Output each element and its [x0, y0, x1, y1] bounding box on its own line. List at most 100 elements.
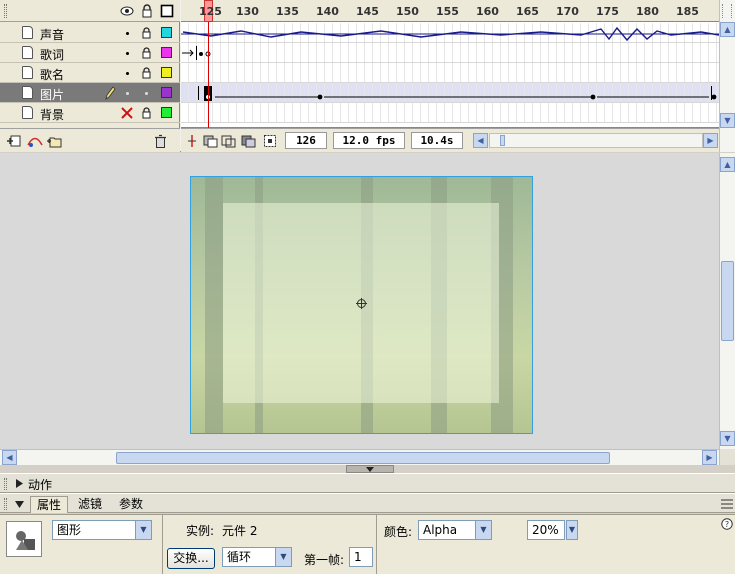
- panel-grip[interactable]: [4, 4, 7, 18]
- ruler-number: 145: [356, 5, 379, 18]
- color-effect-select[interactable]: Alpha ▼: [418, 520, 492, 540]
- timeline-panel: 声音 歌词 歌名 图片 背景 125 130 135 140 145 150 1…: [0, 0, 735, 152]
- layer-color-swatch[interactable]: [161, 107, 172, 118]
- chevron-down-icon: ▼: [135, 521, 151, 539]
- lock-icon[interactable]: [141, 67, 152, 79]
- collapse-panels-button[interactable]: [346, 465, 394, 473]
- layer-icon: [22, 106, 33, 119]
- scroll-right-icon[interactable]: ▶: [703, 133, 718, 148]
- scroll-left-icon[interactable]: ◀: [2, 450, 17, 465]
- frame-row-selected[interactable]: [181, 83, 719, 103]
- lock-icon[interactable]: [141, 47, 152, 59]
- tab-filters[interactable]: 滤镜: [72, 496, 108, 513]
- frames-area[interactable]: 125 130 135 140 145 150 155 160 165 170 …: [181, 0, 719, 152]
- scroll-down-icon[interactable]: ▼: [720, 113, 735, 128]
- first-frame-input[interactable]: 1: [349, 547, 373, 567]
- frame-ruler[interactable]: 125 130 135 140 145 150 155 160 165 170 …: [181, 0, 719, 22]
- panel-menu-icon[interactable]: [721, 499, 733, 509]
- pencil-icon: [105, 86, 116, 100]
- first-frame-label: 第一帧:: [304, 553, 345, 567]
- stage-vscrollbar[interactable]: ▲ ▼: [719, 153, 735, 449]
- stage-vscroll-thumb[interactable]: [721, 261, 734, 341]
- ruler-number: 170: [556, 5, 579, 18]
- layer-row[interactable]: 歌词: [0, 43, 180, 63]
- visibility-dot[interactable]: [126, 52, 129, 55]
- timeline-vscrollbar[interactable]: ▲ ▼: [719, 0, 735, 152]
- color-effect-value: Alpha: [423, 523, 458, 537]
- layer-color-swatch[interactable]: [161, 27, 172, 38]
- scroll-up-icon[interactable]: ▲: [720, 22, 735, 37]
- layer-row[interactable]: 声音: [0, 23, 180, 43]
- edit-multiple-frames-icon[interactable]: [241, 134, 257, 148]
- frames-hscrollbar[interactable]: [489, 133, 703, 148]
- trash-icon[interactable]: [154, 134, 167, 148]
- layer-row[interactable]: 背景: [0, 103, 180, 123]
- stage-hscroll-thumb[interactable]: [116, 452, 610, 464]
- svg-text:?: ?: [725, 520, 729, 529]
- stage-canvas[interactable]: [190, 176, 533, 434]
- frame-row[interactable]: [181, 43, 719, 63]
- help-icon[interactable]: ?: [721, 518, 733, 530]
- alpha-input[interactable]: 20%: [527, 520, 565, 540]
- timeline-menu-grip[interactable]: [722, 4, 732, 18]
- actions-panel-header[interactable]: 动作: [0, 473, 735, 493]
- visibility-dot[interactable]: [126, 32, 129, 35]
- layer-color-swatch[interactable]: [161, 47, 172, 58]
- layer-icon: [22, 66, 33, 79]
- onion-skin-icon[interactable]: [203, 134, 219, 148]
- symbol-type-select[interactable]: 图形 ▼: [52, 520, 152, 540]
- tab-properties[interactable]: 属性: [30, 496, 69, 513]
- add-folder-icon[interactable]: [46, 134, 62, 148]
- lock-icon[interactable]: [141, 107, 152, 119]
- properties-panel-header: 属性 滤镜 参数: [0, 493, 735, 513]
- sound-waveform: [181, 26, 719, 42]
- chevron-down-icon: ▼: [275, 548, 291, 566]
- panel-grip[interactable]: [4, 498, 7, 510]
- alpha-slider-button[interactable]: ▼: [566, 520, 578, 540]
- lock-dot[interactable]: [145, 92, 148, 95]
- scroll-corner: [719, 449, 735, 465]
- frame-row-sound[interactable]: [181, 23, 719, 43]
- layer-icon: [22, 26, 33, 39]
- lock-icon[interactable]: [140, 4, 154, 18]
- add-layer-icon[interactable]: [6, 134, 22, 148]
- stage-area[interactable]: [0, 153, 719, 449]
- outline-icon[interactable]: [160, 4, 174, 18]
- visibility-dot[interactable]: [126, 72, 129, 75]
- ruler-number: 175: [596, 5, 619, 18]
- scroll-down-icon[interactable]: ▼: [720, 431, 735, 446]
- visibility-dot[interactable]: [126, 92, 129, 95]
- center-frame-icon[interactable]: [187, 134, 197, 148]
- layer-row[interactable]: 歌名: [0, 63, 180, 83]
- elapsed-time-field: 10.4s: [411, 132, 463, 149]
- onion-markers-icon[interactable]: [263, 134, 277, 148]
- collapse-arrow-icon: [366, 467, 374, 472]
- layer-color-swatch[interactable]: [161, 87, 172, 98]
- layer-list: 声音 歌词 歌名 图片 背景: [0, 0, 180, 152]
- layer-header: [0, 0, 180, 22]
- tab-parameters[interactable]: 参数: [113, 496, 149, 513]
- registration-point[interactable]: [356, 298, 367, 309]
- scroll-left-icon[interactable]: ◀: [473, 133, 488, 148]
- scroll-up-icon[interactable]: ▲: [720, 157, 735, 172]
- eye-icon[interactable]: [120, 4, 134, 18]
- collapse-arrow-icon[interactable]: [15, 501, 24, 508]
- expand-arrow-icon[interactable]: [16, 479, 23, 488]
- frame-rate-field[interactable]: 12.0 fps: [333, 132, 405, 149]
- layer-color-swatch[interactable]: [161, 67, 172, 78]
- panel-grip[interactable]: [4, 478, 7, 490]
- color-label: 颜色:: [384, 525, 413, 539]
- frames-hscroll-thumb[interactable]: [500, 135, 505, 146]
- layer-row-selected[interactable]: 图片: [0, 83, 180, 103]
- swap-button[interactable]: 交换...: [167, 548, 215, 569]
- loop-select[interactable]: 循环 ▼: [222, 547, 292, 567]
- add-guide-layer-icon[interactable]: [26, 134, 44, 148]
- lock-icon[interactable]: [141, 27, 152, 39]
- stage-hscrollbar[interactable]: ◀ ▶: [0, 449, 719, 465]
- hidden-x-icon[interactable]: [121, 107, 133, 119]
- scroll-right-icon[interactable]: ▶: [702, 450, 717, 465]
- onion-outline-icon[interactable]: [221, 134, 237, 148]
- ruler-number: 130: [236, 5, 259, 18]
- ruler-number: 150: [396, 5, 419, 18]
- frame-row[interactable]: [181, 63, 719, 83]
